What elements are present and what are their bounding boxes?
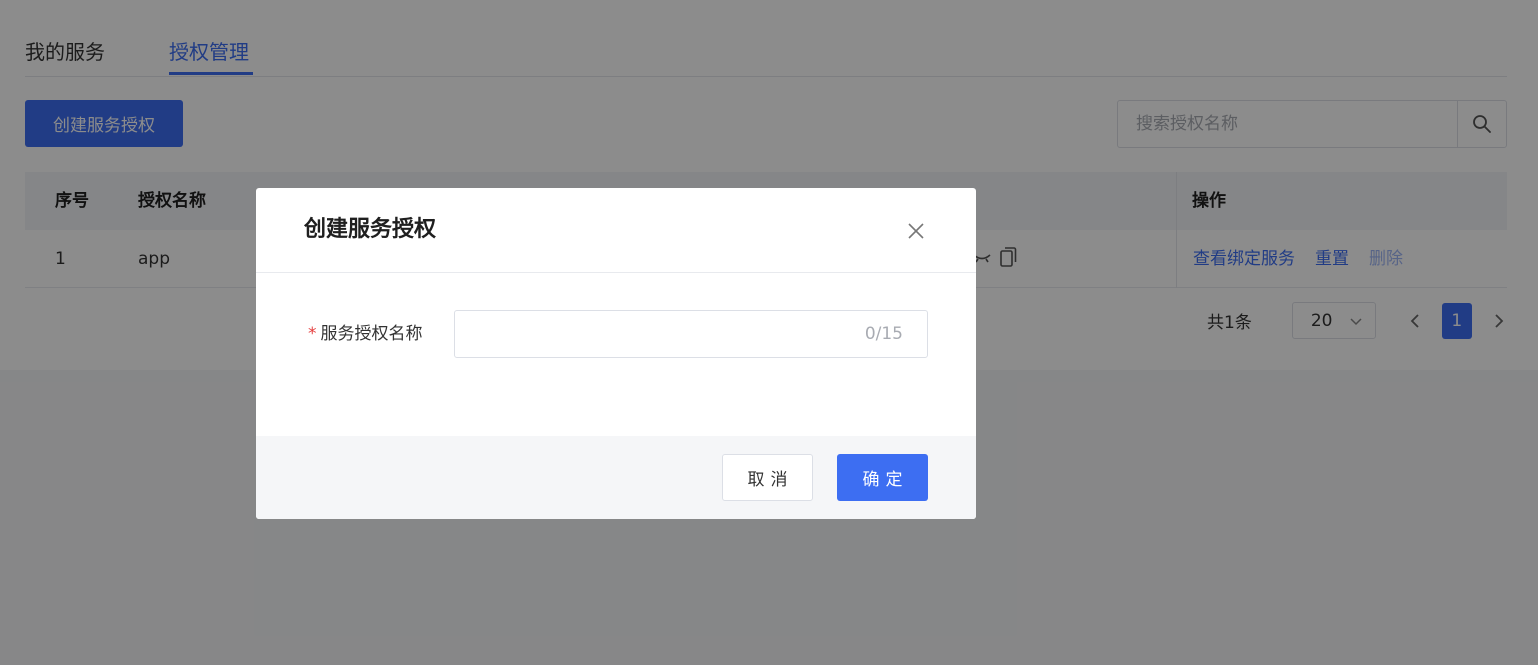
confirm-button[interactable]: 确定 (837, 454, 928, 501)
auth-name-label-text: 服务授权名称 (320, 324, 423, 344)
dialog-header: 创建服务授权 (256, 188, 976, 273)
auth-name-form-row: * 服务授权名称 0/15 (256, 310, 976, 358)
auth-name-input-wrapper: 0/15 (454, 310, 928, 358)
char-counter: 0/15 (864, 324, 903, 344)
cancel-button[interactable]: 取消 (722, 454, 813, 501)
create-auth-dialog: 创建服务授权 * 服务授权名称 0/15 取消 确定 (256, 188, 976, 519)
required-mark: * (308, 324, 317, 344)
close-icon (908, 223, 924, 239)
dialog-close-button[interactable] (904, 219, 928, 243)
dialog-title: 创建服务授权 (304, 217, 437, 242)
dialog-footer: 取消 确定 (256, 436, 976, 519)
auth-name-label: * 服务授权名称 (308, 310, 423, 358)
auth-name-input[interactable] (455, 311, 865, 357)
